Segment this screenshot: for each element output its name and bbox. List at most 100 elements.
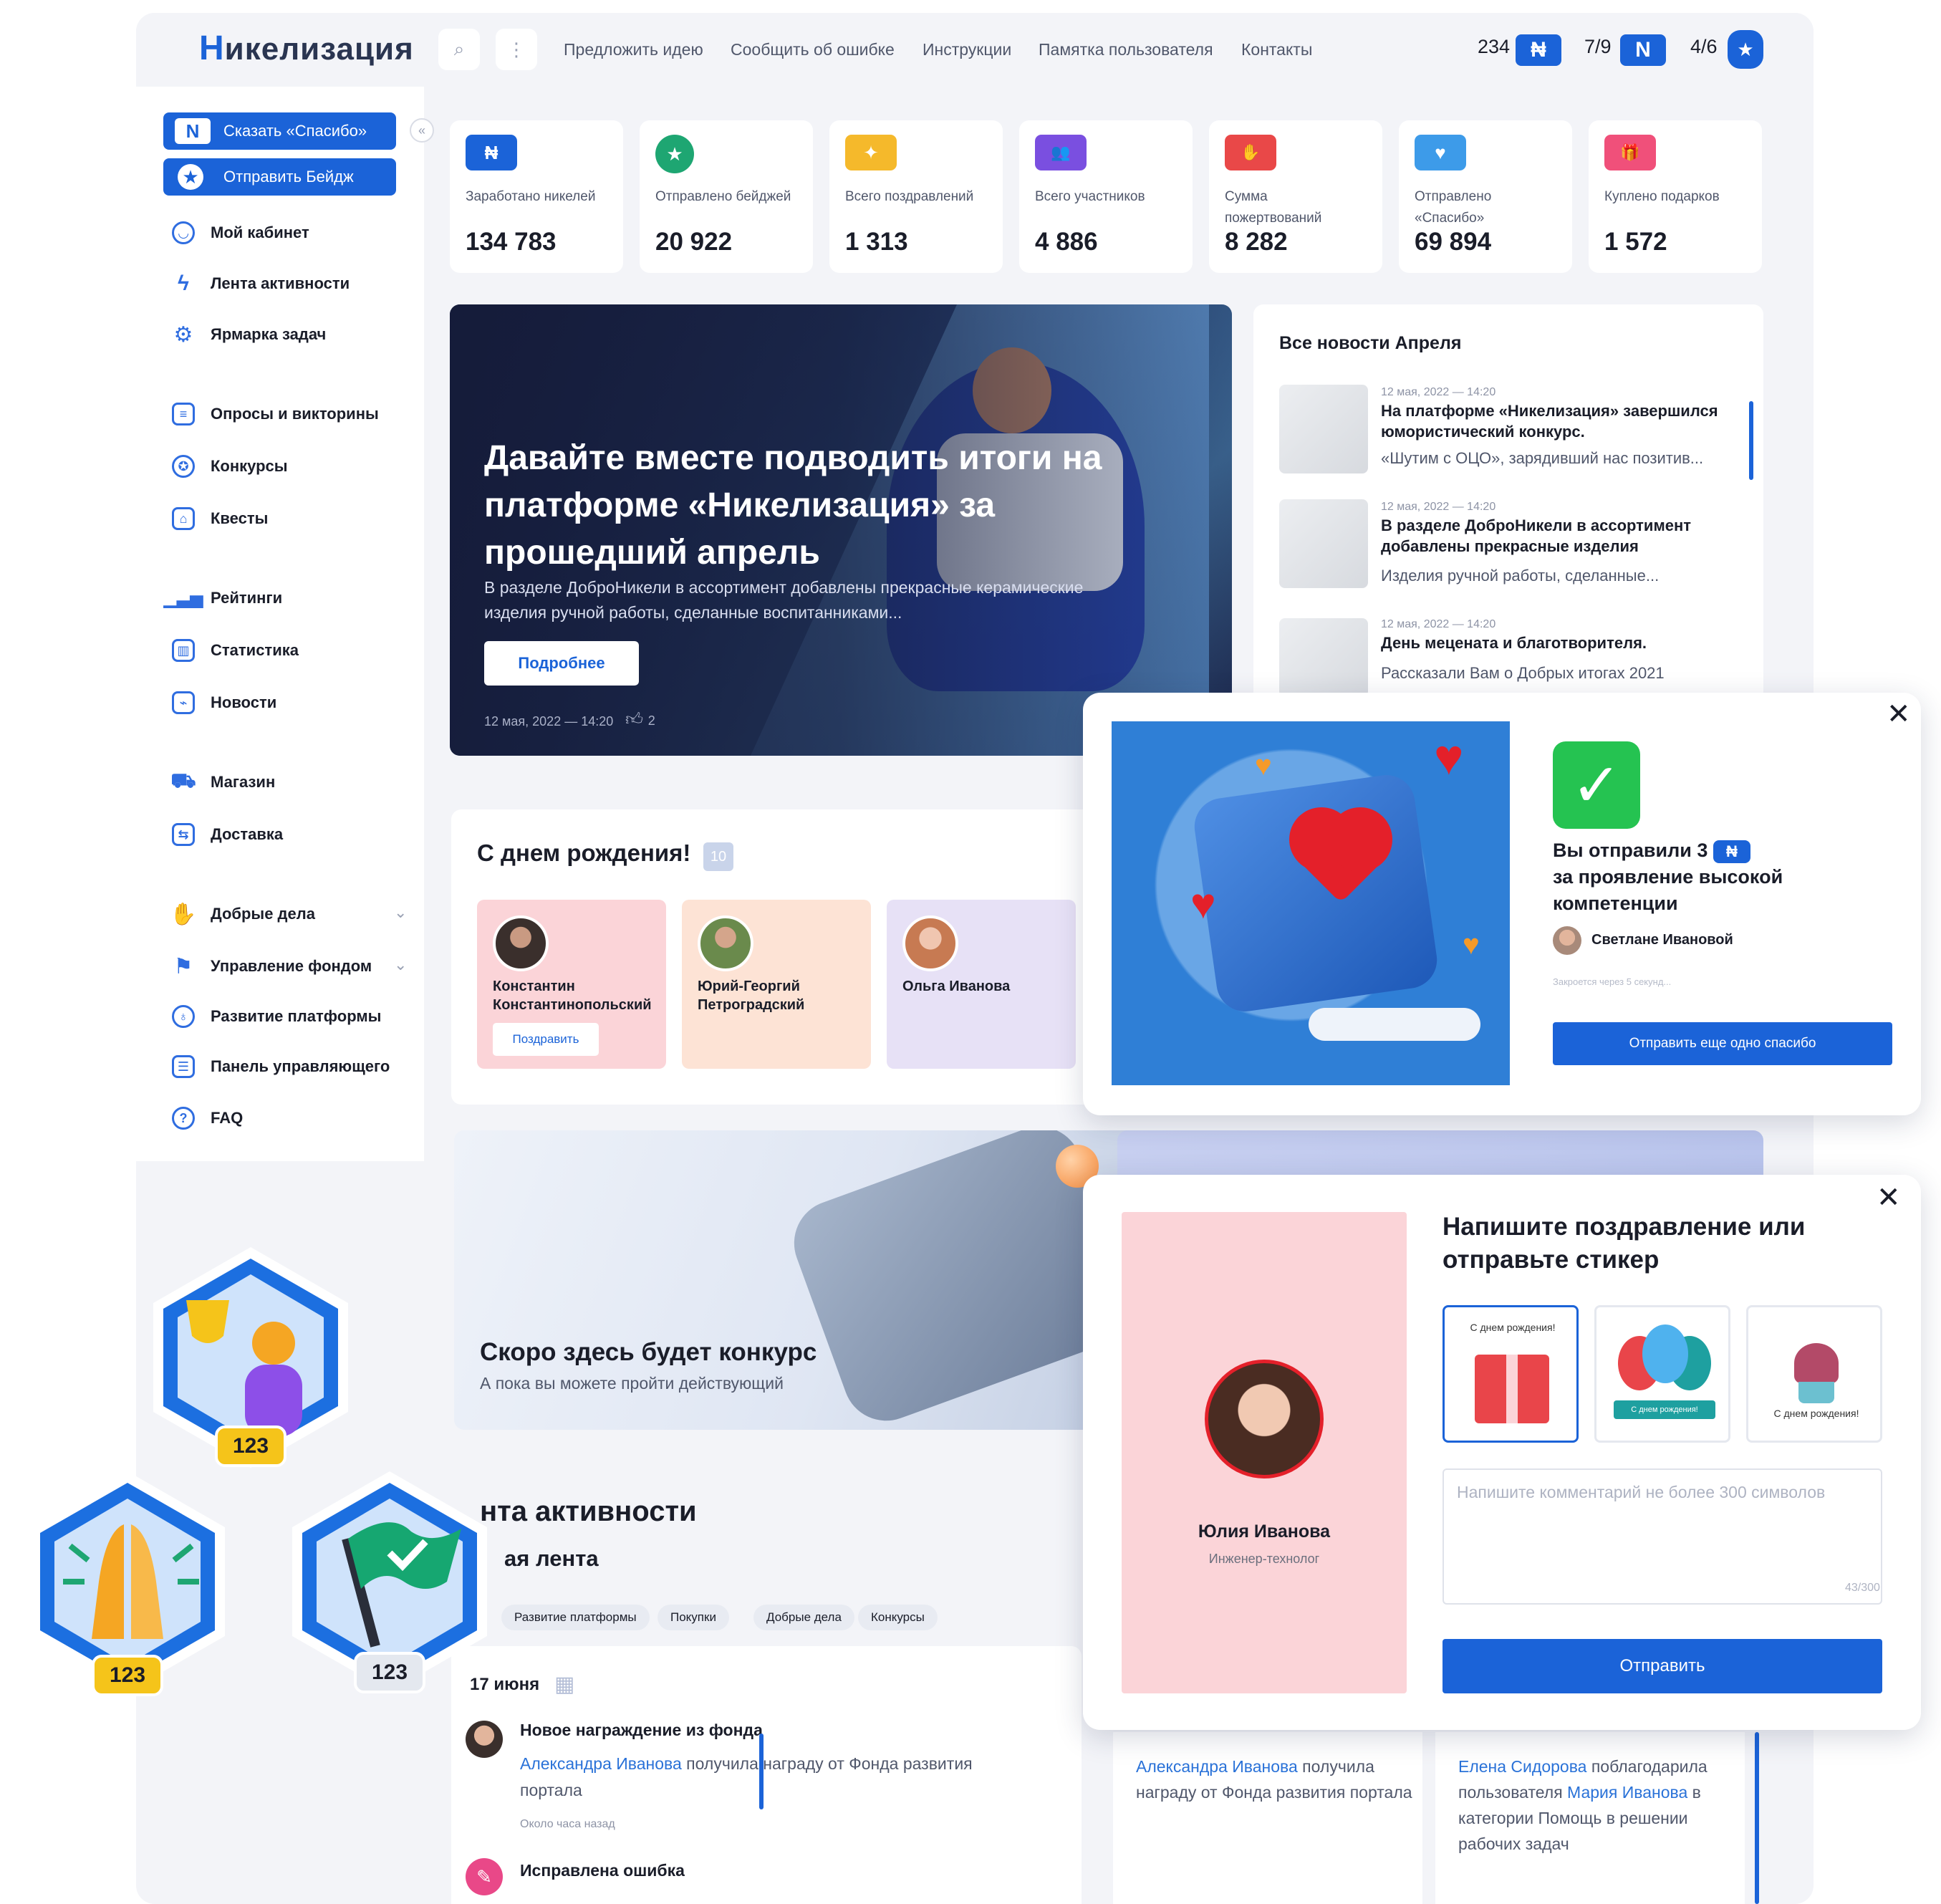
user-link[interactable]: Елена Сидорова [1458, 1757, 1586, 1776]
search-button[interactable]: ⌕ [438, 29, 480, 70]
sidebar-item-contests[interactable]: ✪ Конкурсы [172, 452, 288, 481]
stat-value: 20 922 [655, 228, 733, 256]
news-scrollbar[interactable] [1749, 401, 1753, 480]
filter-chip-purchases[interactable]: Покупки [658, 1605, 729, 1630]
stat-card-badges[interactable]: ★ Отправлено бейджей 20 922 [640, 120, 813, 273]
sidebar-item-news[interactable]: ⌁ Новости [172, 688, 276, 717]
sidebar-item-delivery[interactable]: ⇆ Доставка [172, 820, 283, 849]
more-button[interactable]: ⋮ [496, 29, 537, 70]
sidebar-item-activity[interactable]: ϟ Лента активности [172, 269, 350, 298]
activity-feed: 17 июня ▦ Новое награждение из фонда Але… [451, 1646, 1082, 1904]
user-link[interactable]: Мария Иванова [1567, 1783, 1687, 1802]
news-item-title[interactable]: На платформе «Никелизация» завершился юм… [1381, 400, 1732, 442]
badge-counter: 4/6 [1690, 36, 1718, 57]
sidebar-item-fund[interactable]: ⚑ Управление фондом [172, 952, 372, 981]
cupcake-icon [1794, 1343, 1839, 1383]
sticker-caption: С днем рождения! [1614, 1400, 1715, 1419]
filter-chip-platform[interactable]: Развитие платформы [501, 1605, 650, 1630]
birthday-person-card: Юлия Иванова Инженер-технолог [1122, 1212, 1407, 1693]
avatar [902, 915, 958, 971]
sidebar-item-good-deeds[interactable]: ✋ Добрые дела [170, 900, 315, 928]
like-button[interactable]: 👍︎ 2 [625, 710, 655, 730]
sidebar-item-polls[interactable]: ≡ Опросы и викторины [172, 400, 379, 428]
news-item-title[interactable]: В разделе ДоброНикели в ассортимент доба… [1381, 515, 1732, 557]
flag-icon: ⚑ [173, 954, 193, 979]
award-icon: ✪ [172, 455, 195, 478]
news-thumbnail[interactable] [1279, 385, 1368, 473]
comment-input[interactable] [1442, 1468, 1882, 1605]
stat-card-participants[interactable]: 👥 Всего участников 4 886 [1019, 120, 1193, 273]
sidebar-item-quests[interactable]: ⌂ Квесты [172, 504, 268, 533]
promo-banner[interactable] [1117, 1130, 1763, 1181]
sidebar-item-faq[interactable]: ? FAQ [172, 1104, 243, 1133]
collapse-sidebar-button[interactable]: « [410, 118, 434, 143]
news-thumbnail[interactable] [1279, 499, 1368, 588]
news-date: 12 мая, 2022 — 14:20 [1381, 501, 1496, 513]
balloon-icon [1642, 1324, 1688, 1383]
stat-card-gifts[interactable]: 🎁 Куплено подарков 1 572 [1589, 120, 1762, 273]
sidebar-item-platform[interactable]: ♁ Развитие платформы [172, 1002, 381, 1031]
close-icon[interactable]: ✕ [1877, 1183, 1901, 1212]
sidebar-item-shop[interactable]: ⛟ Магазин [170, 768, 275, 797]
stat-value: 4 886 [1035, 228, 1098, 256]
logo[interactable]: Никелизация [199, 29, 414, 68]
congratulate-button[interactable]: Поздравить [493, 1023, 599, 1056]
panel-icon: ☰ [172, 1055, 195, 1078]
thumb-up-icon: 👍︎ [625, 710, 644, 729]
sidebar-item-ratings[interactable]: ▁▃▅ Рейтинги [163, 584, 282, 612]
send-badge-button[interactable]: ★ Отправить Бейдж [163, 158, 396, 196]
sticker-gift[interactable]: С днем рождения! [1442, 1305, 1579, 1443]
feed-scrollbar[interactable] [1755, 1732, 1759, 1904]
nav-link-memo[interactable]: Памятка пользователя [1039, 40, 1213, 59]
badge-level: 123 [92, 1655, 163, 1696]
sticker-balloons[interactable]: С днем рождения! [1594, 1305, 1730, 1443]
send-another-thanks-button[interactable]: Отправить еще одно спасибо [1553, 1022, 1892, 1065]
stat-card-donations[interactable]: ✋ Сумма пожертвований 8 282 [1209, 120, 1382, 273]
stat-label: Заработано никелей [466, 189, 596, 204]
badge-level: 123 [215, 1425, 286, 1467]
say-thanks-button[interactable]: N Сказать «Спасибо» [163, 112, 396, 150]
chevron-down-icon[interactable]: ⌄ [394, 956, 407, 974]
birthday-card[interactable]: Ольга Иванова [887, 900, 1076, 1069]
dots-vertical-icon: ⋮ [507, 38, 526, 60]
hand-heart-icon: ✋ [1225, 135, 1276, 170]
news-item-text: «Шутим с ОЦО», зарядивший нас позитив... [1381, 449, 1704, 467]
birthday-card[interactable]: Константин Константинопольский Поздравит… [477, 900, 666, 1069]
news-item-title[interactable]: День мецената и благотворителя. [1381, 633, 1732, 653]
user-link[interactable]: Александра Иванова [1136, 1757, 1298, 1776]
send-button[interactable]: Отправить [1442, 1639, 1882, 1693]
chevron-down-icon[interactable]: ⌄ [394, 903, 407, 922]
char-counter: 43/300 [1845, 1582, 1880, 1594]
badge-icon: ★ [655, 135, 694, 173]
poll-icon: ≡ [172, 403, 195, 425]
filter-chip-good-deeds[interactable]: Добрые дела [753, 1605, 854, 1630]
nav-link-idea[interactable]: Предложить идею [564, 40, 703, 59]
nickel-heart-icon: N [1620, 34, 1666, 66]
filter-chip-contests[interactable]: Конкурсы [858, 1605, 938, 1630]
sidebar-item-tasks[interactable]: ⚙ Ярмарка задач [172, 320, 327, 349]
birthday-card[interactable]: Юрий-Георгий Петроградский [682, 900, 871, 1069]
news-thumbnail[interactable] [1279, 618, 1368, 697]
nav-link-instructions[interactable]: Инструкции [923, 40, 1011, 59]
nav-link-bug[interactable]: Сообщить об ошибке [731, 40, 895, 59]
sidebar-item-cabinet[interactable]: ◡ Мой кабинет [172, 218, 309, 247]
hero-more-button[interactable]: Подробнее [484, 641, 639, 686]
feed-scrollbar[interactable] [759, 1734, 764, 1809]
congrats-modal: ✕ Юлия Иванова Инженер-технолог Напишите… [1083, 1175, 1921, 1730]
stat-card-thanks[interactable]: ♥ Отправлено «Спасибо» 69 894 [1399, 120, 1572, 273]
badge-star-icon: ★ [178, 164, 203, 190]
user-link[interactable]: Александра Иванова [520, 1754, 682, 1773]
sidebar-item-statistics[interactable]: ▥ Статистика [172, 636, 299, 665]
feed-event-time: Около часа назад [520, 1818, 615, 1830]
nav-link-contacts[interactable]: Контакты [1241, 40, 1312, 59]
congrats-title: Напишите поздравление или отправьте стик… [1442, 1213, 1806, 1274]
stat-card-nickels[interactable]: ₦ Заработано никелей 134 783 [450, 120, 623, 273]
stat-card-congrats[interactable]: ✦ Всего поздравлений 1 313 [829, 120, 1003, 273]
sticker-cupcake[interactable]: С днем рождения! [1746, 1305, 1882, 1443]
sidebar-item-panel[interactable]: ☰ Панель управляющего [172, 1052, 390, 1081]
close-icon[interactable]: ✕ [1887, 700, 1911, 729]
calendar-icon[interactable]: ▦ [554, 1672, 574, 1697]
avatar [493, 915, 549, 971]
hero-title: Давайте вместе подводить итоги на платфо… [484, 439, 1102, 572]
news-panel-title: Все новости Апреля [1279, 333, 1462, 353]
